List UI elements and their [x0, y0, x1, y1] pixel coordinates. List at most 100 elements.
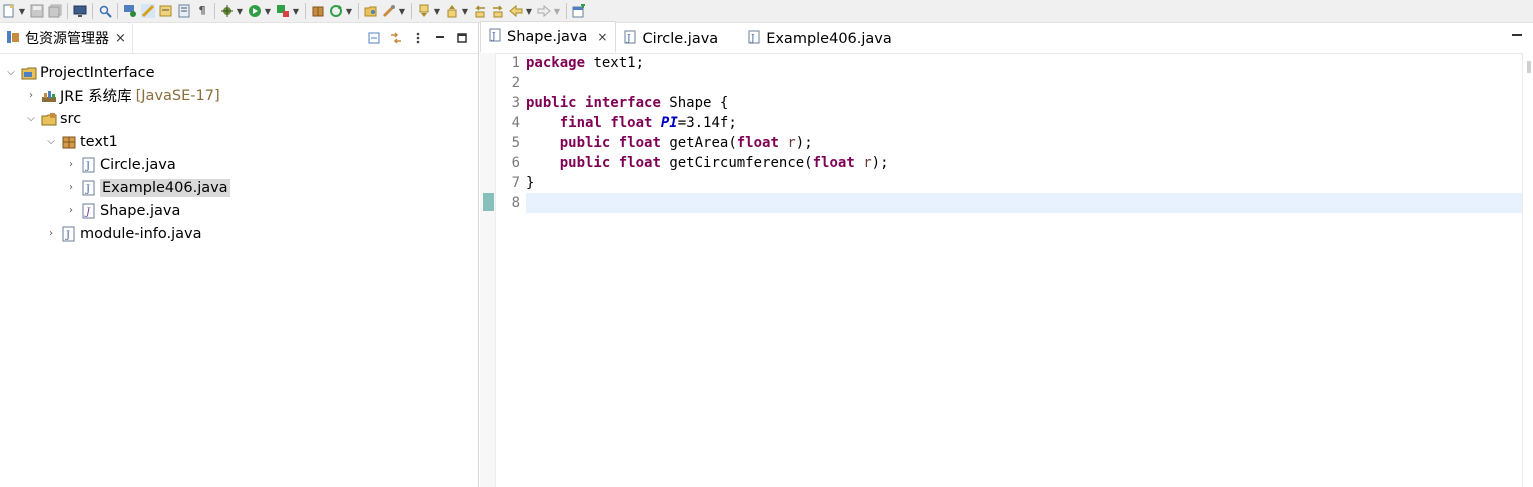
scrollbar-thumb[interactable] [1527, 61, 1531, 73]
chevron-right-icon[interactable]: › [64, 205, 78, 216]
chevron-down-icon[interactable]: ⌵ [4, 67, 18, 78]
tools-dropdown-icon[interactable]: ▼ [398, 7, 406, 16]
chevron-down-icon[interactable]: ⌵ [44, 136, 58, 147]
collapse-all-icon[interactable] [366, 30, 382, 46]
source-folder-icon [41, 111, 57, 127]
debug-icon[interactable] [220, 4, 234, 18]
chevron-right-icon[interactable]: › [64, 159, 78, 170]
forward-dropdown-icon[interactable]: ▼ [553, 7, 561, 16]
close-icon[interactable]: × [115, 31, 126, 46]
line-number: 8 [511, 195, 520, 211]
maximize-icon[interactable] [454, 30, 470, 46]
refresh-icon[interactable] [329, 4, 343, 18]
tree-item-circle-java[interactable]: › J Circle.java [64, 153, 176, 176]
link-editor-icon[interactable] [388, 30, 404, 46]
toolbar-separator [214, 3, 215, 19]
package-explorer-header: 包资源管理器 × [0, 23, 478, 54]
library-icon [41, 88, 57, 104]
java-file-icon: J [61, 226, 77, 242]
toggle-icon[interactable] [159, 4, 173, 18]
new-icon[interactable] [2, 4, 16, 18]
toolbar-separator [411, 3, 412, 19]
code-line[interactable]: public interface Shape { [526, 93, 1523, 113]
external-dropdown-icon[interactable]: ▼ [292, 7, 300, 16]
chevron-down-icon[interactable]: ⌵ [24, 113, 38, 124]
back-dropdown-icon[interactable]: ▼ [525, 7, 533, 16]
block-icon[interactable] [177, 4, 191, 18]
back-icon[interactable] [509, 4, 523, 18]
highlight-icon[interactable] [141, 4, 155, 18]
save-all-icon[interactable] [48, 4, 62, 18]
vertical-scrollbar[interactable] [1522, 53, 1533, 487]
last-edit-icon[interactable] [473, 4, 487, 18]
svg-text:J: J [65, 230, 70, 241]
code-line[interactable] [526, 193, 1523, 213]
chevron-right-icon[interactable]: › [24, 90, 38, 101]
toolbar-separator [117, 3, 118, 19]
run-icon[interactable] [248, 4, 262, 18]
tree-item-jre-library[interactable]: › JRE 系统库 [JavaSE-17] [24, 84, 220, 107]
line-number: 6 [511, 155, 520, 171]
code-line[interactable] [526, 73, 1523, 93]
new-window-icon[interactable] [572, 4, 586, 18]
tree-item-projectinterface[interactable]: ⌵ ProjectInterface [4, 61, 154, 84]
tab-circle-java[interactable]: J Circle.java [616, 24, 726, 53]
code-area[interactable]: package text1; public interface Shape { … [526, 53, 1523, 487]
tree-item-module-info-java[interactable]: › J module-info.java [44, 222, 202, 245]
debug-dropdown-icon[interactable]: ▼ [236, 7, 244, 16]
package-icon [61, 134, 77, 150]
code-line[interactable]: final float PI=3.14f; [526, 113, 1523, 133]
prev-annotation-icon[interactable] [445, 4, 459, 18]
tree-item-src[interactable]: ⌵ src [24, 107, 81, 130]
run-external-icon[interactable] [276, 4, 290, 18]
line-number: 5 [511, 135, 520, 151]
tools-icon[interactable] [382, 4, 396, 18]
minimize-icon[interactable] [432, 30, 448, 46]
code-editor: J Shape.java × J Circle.java J Example40… [480, 21, 1533, 487]
line-number: 7 [511, 175, 520, 191]
code-line[interactable]: } [526, 173, 1523, 193]
refresh-dropdown-icon[interactable]: ▼ [345, 7, 353, 16]
main-toolbar: ▼ ¶ ▼ ▼ ▼ ▼ ▼ ▼ ▼ ▼ ▼ [0, 0, 1533, 23]
package-explorer-title: 包资源管理器 [25, 31, 109, 47]
code-line[interactable]: public float getCircumference(float r); [526, 153, 1523, 173]
mark-icon[interactable] [123, 4, 137, 18]
svg-text:J: J [626, 34, 631, 44]
prev-dropdown-icon[interactable]: ▼ [461, 7, 469, 16]
java-interface-file-icon: J [81, 203, 97, 219]
new-dropdown-icon[interactable]: ▼ [18, 7, 26, 16]
next-dropdown-icon[interactable]: ▼ [433, 7, 441, 16]
search-icon[interactable] [98, 4, 112, 18]
paragraph-icon[interactable]: ¶ [195, 4, 209, 18]
toolbar-separator [358, 3, 359, 19]
last-edit-forward-icon[interactable] [491, 4, 505, 18]
tab-example406-java[interactable]: J Example406.java [740, 24, 900, 53]
minimize-icon[interactable] [1511, 30, 1523, 43]
monitor-icon[interactable] [73, 4, 87, 18]
close-icon[interactable]: × [597, 30, 607, 44]
line-numbers: 1 2 3 4 5 6 7 8 [495, 53, 525, 487]
forward-icon[interactable] [537, 4, 551, 18]
tree-decoration: [JavaSE-17] [135, 87, 220, 104]
run-dropdown-icon[interactable]: ▼ [264, 7, 272, 16]
tree-item-example406-java[interactable]: › J Example406.java [64, 176, 230, 199]
open-icon[interactable] [364, 4, 378, 18]
package-icon[interactable] [311, 4, 325, 18]
tab-shape-java[interactable]: J Shape.java × [480, 21, 617, 53]
tree-item-text1[interactable]: ⌵ text1 [44, 130, 118, 153]
code-line[interactable]: public float getArea(float r); [526, 133, 1523, 153]
package-explorer-tab[interactable]: 包资源管理器 × [0, 23, 133, 53]
chevron-right-icon[interactable]: › [44, 228, 58, 239]
editor-tabs: J Shape.java × J Circle.java J Example40… [480, 21, 1533, 54]
save-icon[interactable] [30, 4, 44, 18]
chevron-right-icon[interactable]: › [64, 182, 78, 193]
view-menu-icon[interactable] [410, 30, 426, 46]
code-line[interactable]: package text1; [526, 53, 1523, 73]
next-annotation-icon[interactable] [417, 4, 431, 18]
line-number: 2 [511, 75, 520, 91]
toolbar-separator [92, 3, 93, 19]
tree-item-shape-java[interactable]: › J Shape.java [64, 199, 180, 222]
toolbar-separator [305, 3, 306, 19]
project-icon [21, 65, 37, 81]
svg-text:J: J [750, 34, 755, 44]
